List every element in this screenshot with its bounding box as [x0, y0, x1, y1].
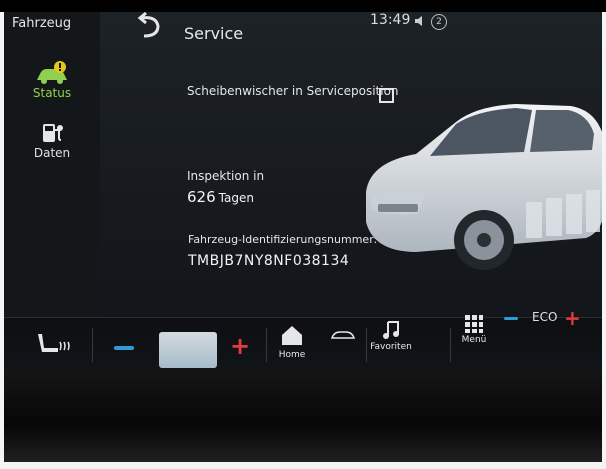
- vin-value: TMBJB7NY8NF038134: [188, 253, 350, 269]
- home-icon[interactable]: [280, 324, 304, 346]
- fuel-data-icon: [43, 124, 63, 142]
- fan-increase-button[interactable]: +: [564, 306, 581, 330]
- temp-increase-button[interactable]: +: [230, 334, 250, 358]
- bar-divider: [450, 328, 451, 362]
- lower-bezel: [4, 371, 602, 462]
- sidebar-item-label: Daten: [33, 146, 71, 160]
- inspection-label: Inspektion in: [187, 169, 265, 183]
- sidebar-title: Fahrzeug: [12, 16, 72, 31]
- climate-shortcut-bar: + Home Favoriten Menü ECO +: [4, 306, 602, 372]
- page-title: Service: [184, 24, 244, 43]
- inspection-value-row: 626 Tagen: [187, 188, 254, 206]
- volume-icon[interactable]: [414, 15, 426, 27]
- menu-label[interactable]: Menü: [460, 335, 488, 345]
- clock: 13:49: [370, 12, 411, 28]
- bar-divider: [92, 328, 93, 362]
- top-bezel: [0, 0, 606, 12]
- temperature-display: [159, 332, 217, 368]
- inspection-days: 626: [187, 188, 216, 206]
- infotainment-screen: Fahrzeug Status Daten Service 13:49 2 Sc…: [4, 12, 602, 317]
- back-arrow-icon[interactable]: [132, 12, 166, 44]
- sidebar: Fahrzeug Status Daten: [4, 12, 100, 317]
- infotainment-frame: Fahrzeug Status Daten Service 13:49 2 Sc…: [4, 12, 602, 462]
- vin-label: Fahrzeug-Identifizierungsnummer:: [188, 233, 378, 246]
- favorites-label[interactable]: Favoriten: [366, 342, 416, 352]
- car-warning-icon: [37, 61, 67, 84]
- car-icon[interactable]: [330, 328, 356, 342]
- temp-decrease-button[interactable]: [114, 346, 134, 350]
- vehicle-illustration: [366, 104, 602, 270]
- inspection-unit: Tagen: [218, 191, 254, 205]
- eco-label: ECO: [532, 310, 558, 324]
- menu-grid-icon[interactable]: [464, 314, 484, 334]
- music-note-icon[interactable]: [382, 320, 400, 340]
- sidebar-item-daten[interactable]: Daten: [4, 120, 100, 160]
- sidebar-item-label: Status: [32, 86, 72, 100]
- home-label[interactable]: Home: [274, 350, 310, 360]
- bar-divider: [266, 328, 267, 362]
- seat-heating-icon[interactable]: [32, 330, 72, 360]
- sidebar-item-status[interactable]: Status: [4, 60, 100, 100]
- fan-decrease-button[interactable]: [504, 317, 518, 320]
- notification-badge[interactable]: 2: [431, 14, 447, 30]
